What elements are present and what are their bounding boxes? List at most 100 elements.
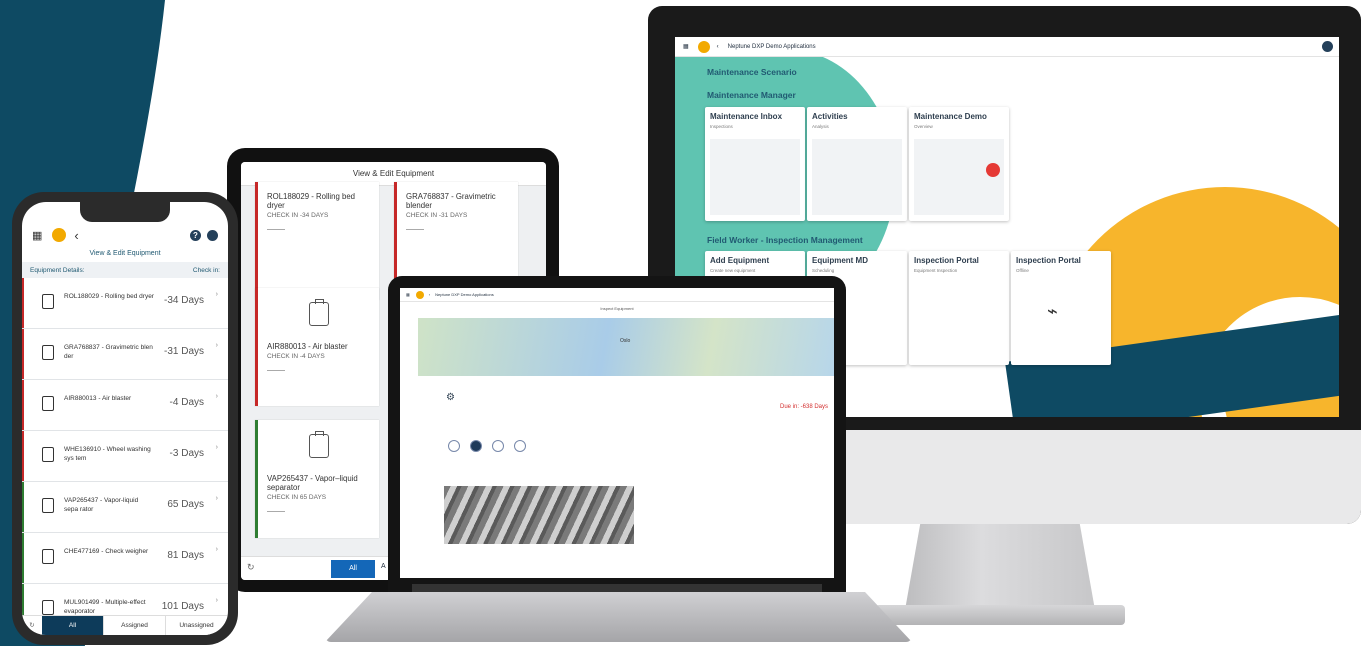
refresh-icon[interactable]: ↻: [247, 562, 255, 573]
logo: [415, 290, 424, 299]
pictures-icon[interactable]: [470, 440, 482, 452]
map-label: Oslo: [620, 338, 631, 344]
equipment-name: AIR880013 - Air blaster: [267, 342, 348, 351]
section-title: Maintenance Scenario: [707, 67, 797, 77]
tile-activities[interactable]: Activities Analysis: [807, 107, 907, 221]
page-title: View & Edit Equipment: [89, 250, 161, 257]
check-in-days: 101 Days: [161, 601, 204, 612]
check-in-days: -34 Days: [163, 295, 204, 306]
list-item[interactable]: AIR880013 - Air blaster -4 Days ›: [22, 380, 228, 431]
check-in-days: -4 Days: [169, 397, 204, 408]
clipboard-icon: [42, 396, 54, 411]
laptop-header: ▦ ‹ Neptune DXP Demo Applications: [400, 288, 834, 302]
logo: [697, 40, 710, 53]
check-in-days: -3 Days: [169, 448, 204, 459]
equipment-name: VAP265437 - Vapor-liquid sepa rator: [64, 497, 139, 513]
check-in-days: -31 Days: [163, 346, 204, 357]
equipment-name: MUL901499 - Multiple-effect evaporator: [64, 599, 146, 615]
tile-maintenance-demo[interactable]: Maintenance Demo Overview: [909, 107, 1009, 221]
monitor-stand: [905, 524, 1095, 610]
chevron-right-icon: ›: [215, 444, 218, 451]
check-in-status: CHECK IN 65 DAYS: [267, 494, 327, 501]
play-icon[interactable]: [986, 163, 1000, 177]
equipment-icon: ⚙: [446, 392, 455, 403]
list-item[interactable]: CHE477169 - Check weigher 81 Days ›: [22, 533, 228, 584]
launchpad-header: ▦ ‹ Neptune DXP Demo Applications: [675, 37, 1339, 57]
equipment-card[interactable]: VAP265437 - Vapor–liquid separator CHECK…: [255, 420, 379, 538]
check-in-status: CHECK IN -4 DAYS: [267, 353, 325, 360]
section-title: Field Worker - Inspection Management: [707, 235, 863, 245]
list-header: Equipment Details: Check in:: [22, 262, 228, 278]
app-title: Neptune DXP Demo Applications: [435, 292, 494, 297]
equipment-card[interactable]: AIR880013 - Air blaster CHECK IN -4 DAYS: [255, 288, 379, 406]
action-tabs: [448, 440, 526, 452]
phone-device: ▦ ‹ ? View & Edit Equipment Equipment De…: [12, 192, 238, 645]
list-item[interactable]: WHE136910 - Wheel washing sys tem -3 Day…: [22, 431, 228, 482]
tile-preview: [710, 139, 800, 215]
check-in-status: CHECK IN -31 DAYS: [406, 212, 468, 219]
page-title: Inspect Equipment: [600, 306, 634, 311]
apps-grid-icon[interactable]: ▦: [406, 292, 410, 297]
check-in-days: 65 Days: [167, 499, 204, 510]
equipment-name: ROL188029 - Rolling bed dryer: [64, 293, 154, 300]
apps-grid-icon[interactable]: ▦: [683, 43, 689, 50]
tile-inspection-portal-offline[interactable]: Inspection Portal Offline ⌁: [1011, 251, 1111, 365]
clipboard-icon: [309, 431, 329, 458]
equipment-name: WHE136910 - Wheel washing sys tem: [64, 446, 151, 462]
clipboard-icon: [309, 299, 329, 326]
column-check-in: Check in:: [192, 266, 220, 274]
filter-assigned-button[interactable]: Assigned: [104, 616, 166, 635]
clipboard-icon: [42, 600, 54, 615]
list-item[interactable]: GRA768837 - Gravimetric blen der -31 Day…: [22, 329, 228, 380]
clipboard-icon: [42, 294, 54, 309]
tile-maintenance-inbox[interactable]: Maintenance Inbox Inspections: [705, 107, 805, 221]
help-icon[interactable]: ?: [190, 229, 201, 241]
filter-assigned-button[interactable]: A: [381, 563, 386, 570]
equipment-name: ROL188029 - Rolling bed dryer: [267, 192, 355, 210]
comments-icon[interactable]: [448, 440, 460, 452]
equipment-card[interactable]: ROL188029 - Rolling bed dryer CHECK IN -…: [255, 182, 379, 300]
equipment-photo: [444, 486, 634, 544]
user-icon[interactable]: [207, 229, 218, 241]
equipment-name: VAP265437 - Vapor–liquid separator: [267, 474, 358, 492]
clipboard-icon: [42, 498, 54, 513]
clipboard-icon: [42, 549, 54, 564]
records-icon[interactable]: [492, 440, 504, 452]
app-title: Neptune DXP Demo Applications: [727, 43, 816, 50]
tile-inspection-portal[interactable]: Inspection Portal Equipment Inspection: [909, 251, 1009, 365]
filter-all-button[interactable]: All: [42, 616, 104, 635]
laptop-base: [325, 592, 912, 642]
equipment-name: AIR880013 - Air blaster: [64, 395, 132, 402]
filter-all-button[interactable]: All: [331, 560, 375, 578]
chevron-right-icon: ›: [215, 342, 218, 349]
section-title: Maintenance Manager: [707, 90, 796, 100]
logo: [52, 228, 67, 242]
back-icon[interactable]: ‹: [717, 44, 719, 50]
tile-preview: [914, 139, 1004, 215]
chevron-right-icon: ›: [215, 393, 218, 400]
back-icon[interactable]: ‹: [429, 292, 430, 297]
list-item[interactable]: VAP265437 - Vapor-liquid sepa rator 65 D…: [22, 482, 228, 533]
refresh-icon[interactable]: ↻: [22, 616, 42, 635]
check-in-status: CHECK IN -34 DAYS: [267, 212, 329, 219]
wifi-off-icon: ⌁: [1047, 301, 1058, 321]
check-in-days: 81 Days: [167, 550, 204, 561]
filter-bar: ↻ All Assigned Unassigned: [22, 615, 228, 635]
user-icon[interactable]: [1322, 41, 1333, 52]
laptop-screen: ▦ ‹ Neptune DXP Demo Applications Inspec…: [400, 288, 834, 578]
back-icon[interactable]: ‹: [74, 228, 78, 243]
monitor-base: [875, 605, 1125, 625]
signature-icon[interactable]: [514, 440, 526, 452]
laptop-device: ▦ ‹ Neptune DXP Demo Applications Inspec…: [388, 276, 846, 596]
equipment-name: CHE477169 - Check weigher: [64, 548, 149, 555]
equipment-name: GRA768837 - Gravimetric blen der: [64, 344, 153, 360]
chevron-right-icon: ›: [215, 597, 218, 604]
column-equipment: Equipment Details:: [30, 266, 85, 274]
filter-unassigned-button[interactable]: Unassigned: [166, 616, 228, 635]
list-item[interactable]: ROL188029 - Rolling bed dryer -34 Days ›: [22, 278, 228, 329]
chevron-right-icon: ›: [215, 546, 218, 553]
map[interactable]: Oslo: [418, 318, 834, 376]
chevron-right-icon: ›: [215, 495, 218, 502]
tile-preview: [812, 139, 902, 215]
apps-grid-icon[interactable]: ▦: [32, 229, 42, 242]
